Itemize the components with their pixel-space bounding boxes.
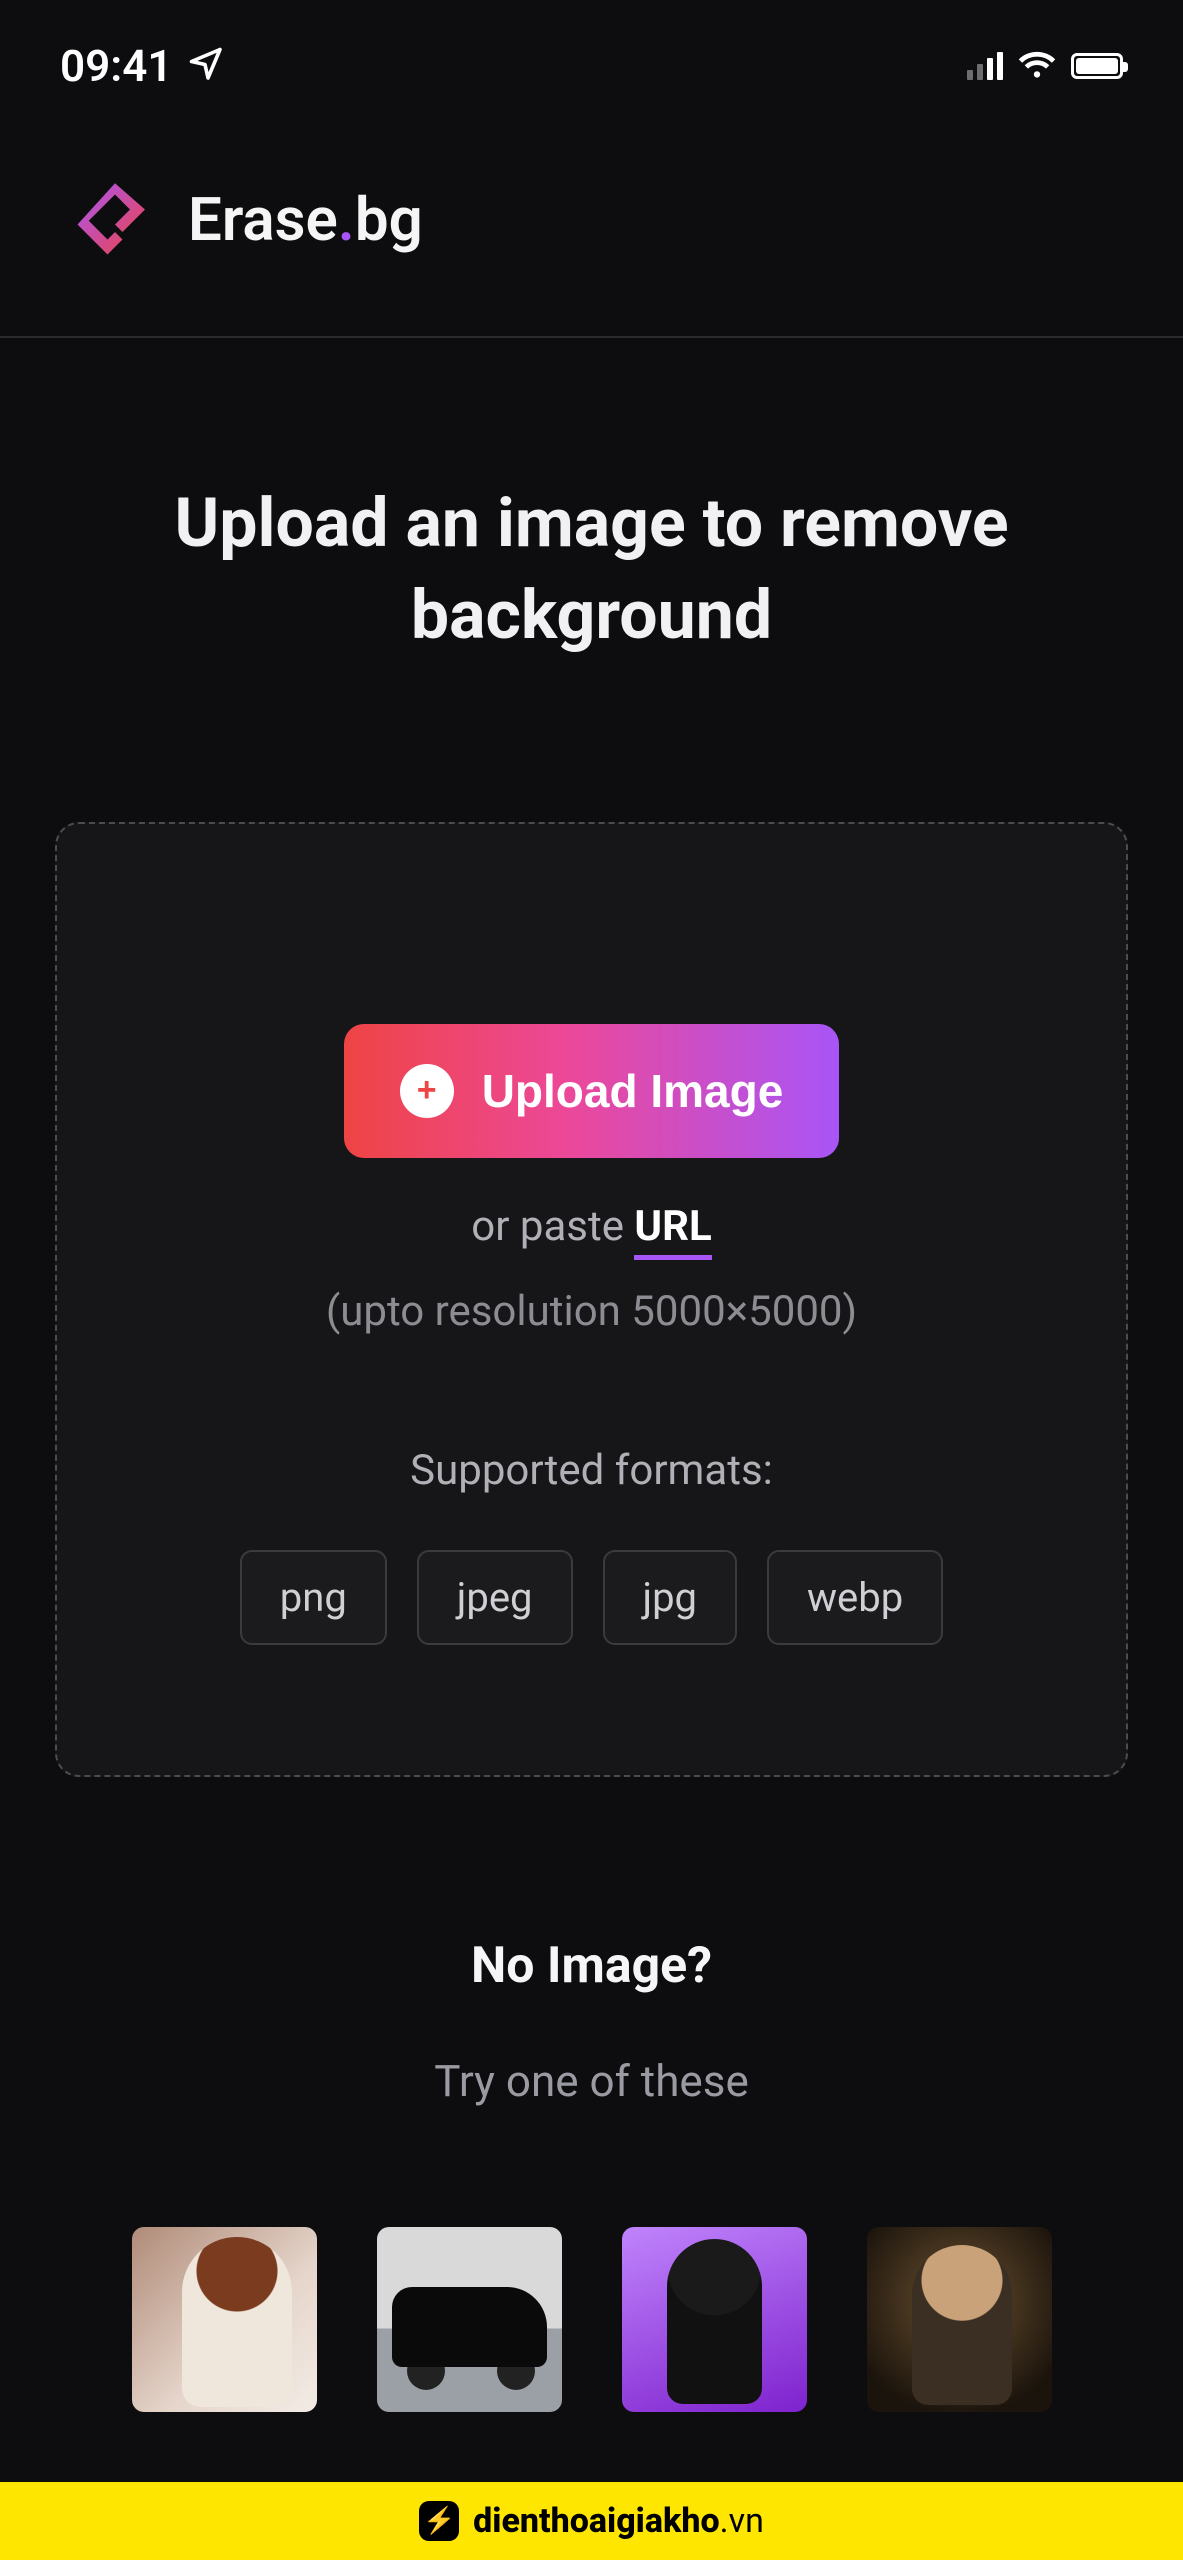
upload-button-label: Upload Image xyxy=(482,1064,784,1118)
plus-icon: + xyxy=(400,1064,454,1118)
sample-image-2[interactable] xyxy=(377,2227,562,2412)
brand-name-post: bg xyxy=(355,184,423,255)
status-left: 09:41 xyxy=(60,40,223,92)
battery-icon xyxy=(1071,53,1123,79)
location-icon xyxy=(187,40,223,92)
paste-pre-text: or paste xyxy=(471,1202,634,1251)
paste-url-link[interactable]: URL xyxy=(634,1202,711,1260)
signal-icon xyxy=(967,52,1003,80)
sample-image-4[interactable] xyxy=(867,2227,1052,2412)
brand-name-pre: Erase xyxy=(188,184,338,255)
status-time: 09:41 xyxy=(60,40,173,92)
no-image-title: No Image? xyxy=(434,1937,749,1995)
brand-name: Erase.bg xyxy=(188,184,423,255)
wifi-icon xyxy=(1017,48,1057,84)
paste-url-line: or paste URL xyxy=(471,1202,711,1251)
no-image-section: No Image? Try one of these xyxy=(434,1937,749,2107)
banner-logo-icon: ⚡ xyxy=(419,2501,459,2541)
status-right xyxy=(967,48,1123,84)
no-image-subtitle: Try one of these xyxy=(434,2055,749,2107)
brand-logo-icon xyxy=(70,172,160,266)
sample-images-row xyxy=(55,2227,1128,2412)
sample-image-1[interactable] xyxy=(132,2227,317,2412)
formats-row: png jpeg jpg webp xyxy=(240,1550,943,1645)
watermark-banner: ⚡ dienthoaigiakho.vn xyxy=(0,2482,1183,2560)
upload-image-button[interactable]: + Upload Image xyxy=(344,1024,840,1158)
banner-text: dienthoaigiakho.vn xyxy=(473,2501,764,2541)
upload-dropzone[interactable]: + Upload Image or paste URL (upto resolu… xyxy=(55,822,1128,1777)
main-content: Upload an image to remove background + U… xyxy=(0,338,1183,2560)
format-chip: jpeg xyxy=(417,1550,573,1645)
app-screen: 09:41 xyxy=(0,0,1183,2560)
formats-label: Supported formats: xyxy=(410,1446,773,1495)
format-chip: jpg xyxy=(603,1550,738,1645)
app-header: Erase.bg xyxy=(0,122,1183,338)
banner-text-main: dienthoaigiakho xyxy=(473,2501,720,2541)
format-chip: webp xyxy=(767,1550,943,1645)
hero-title: Upload an image to remove background xyxy=(92,478,1092,662)
status-bar: 09:41 xyxy=(0,0,1183,122)
format-chip: png xyxy=(240,1550,387,1645)
resolution-note: (upto resolution 5000×5000) xyxy=(326,1287,857,1336)
banner-text-suffix: .vn xyxy=(720,2501,764,2541)
sample-image-3[interactable] xyxy=(622,2227,807,2412)
